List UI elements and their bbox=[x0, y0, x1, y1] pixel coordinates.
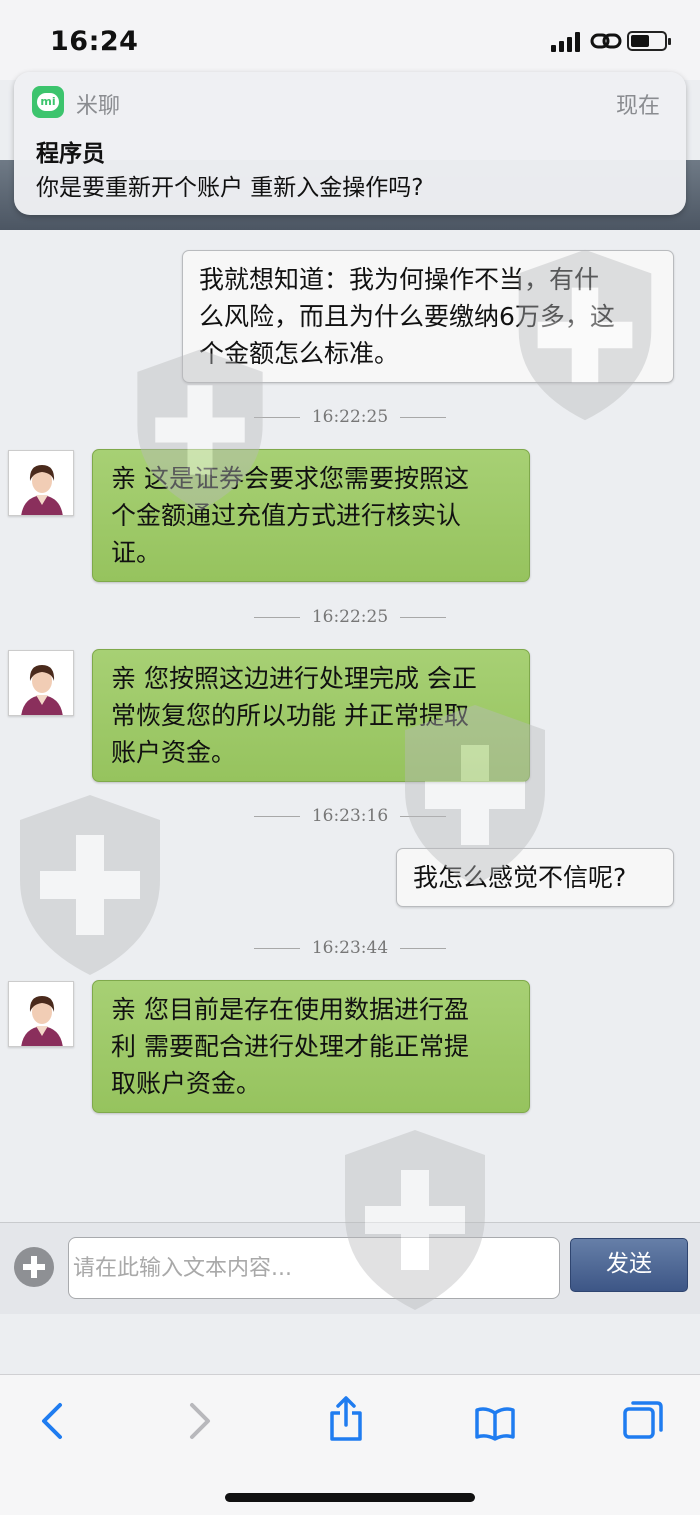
notification-app-name: 米聊 bbox=[76, 94, 121, 119]
message-incoming[interactable]: 亲 您目前是存在使用数据进行盈 利 需要配合进行处理才能正常提 取账户资金。 bbox=[92, 980, 530, 1113]
message-incoming[interactable]: 亲 这是证券会要求您需要按照这 个金额通过充值方式进行核实认 证。 bbox=[92, 449, 530, 582]
avatar[interactable] bbox=[8, 650, 74, 716]
message-line: 取账户资金。 bbox=[111, 1069, 262, 1098]
avatar[interactable] bbox=[8, 981, 74, 1047]
battery-icon bbox=[627, 31, 671, 51]
message-line: 个金额怎么标准。 bbox=[199, 339, 400, 368]
message-outgoing[interactable]: 我怎么感觉不信呢? bbox=[396, 848, 674, 907]
app-icon: mi bbox=[32, 86, 64, 118]
forward-icon[interactable] bbox=[186, 1401, 214, 1441]
message-timestamp: 16:22:25 bbox=[0, 407, 700, 427]
message-line: 我就想知道：我为何操作不当，有什 bbox=[199, 265, 600, 294]
notification-banner[interactable]: mi 米聊 现在 程序员 你是要重新开个账户 重新入金操作吗? bbox=[14, 72, 686, 215]
add-attachment-icon[interactable] bbox=[14, 1247, 54, 1287]
message-line: 个金额通过充值方式进行核实认 bbox=[111, 501, 462, 530]
bookmarks-icon[interactable] bbox=[474, 1405, 516, 1441]
signal-icon bbox=[551, 32, 583, 52]
message-line: 证。 bbox=[111, 538, 162, 567]
composer-bar: 发送 bbox=[0, 1222, 700, 1314]
message-line: 利 需要配合进行处理才能正常提 bbox=[111, 1032, 469, 1061]
message-outgoing[interactable]: 我就想知道：我为何操作不当，有什 么风险，而且为什么要缴纳6万多，这 个金额怎么… bbox=[182, 250, 674, 383]
avatar[interactable] bbox=[8, 450, 74, 516]
message-line: 账户资金。 bbox=[111, 738, 237, 767]
message-input[interactable] bbox=[68, 1237, 560, 1299]
notification-time: 现在 bbox=[615, 94, 660, 119]
link-icon bbox=[590, 33, 622, 49]
message-line: 亲 您按照这边进行处理完成 会正 bbox=[111, 664, 477, 693]
status-bar: 16:24 bbox=[0, 0, 700, 80]
message-line: 亲 您目前是存在使用数据进行盈 bbox=[111, 995, 469, 1024]
message-timestamp: 16:23:44 bbox=[0, 938, 700, 958]
message-line: 亲 这是证券会要求您需要按照这 bbox=[111, 464, 469, 493]
chat-area[interactable]: 我就想知道：我为何操作不当，有什 么风险，而且为什么要缴纳6万多，这 个金额怎么… bbox=[0, 230, 700, 1222]
message-incoming[interactable]: 亲 您按照这边进行处理完成 会正 常恢复您的所以功能 并正常提取 账户资金。 bbox=[92, 649, 530, 782]
message-line: 常恢复您的所以功能 并正常提取 bbox=[111, 701, 469, 730]
message-line: 么风险，而且为什么要缴纳6万多，这 bbox=[199, 302, 615, 331]
message-timestamp: 16:22:25 bbox=[0, 607, 700, 627]
message-line: 我怎么感觉不信呢? bbox=[413, 863, 627, 892]
notification-title: 程序员 bbox=[36, 141, 105, 167]
notification-body: 你是要重新开个账户 重新入金操作吗? bbox=[36, 175, 424, 201]
share-icon[interactable] bbox=[328, 1395, 364, 1443]
status-time: 16:24 bbox=[50, 26, 139, 57]
composer-spacer bbox=[0, 1314, 700, 1374]
send-button[interactable]: 发送 bbox=[570, 1238, 688, 1292]
back-icon[interactable] bbox=[38, 1401, 66, 1441]
message-timestamp: 16:23:16 bbox=[0, 806, 700, 826]
home-indicator[interactable] bbox=[225, 1493, 475, 1502]
tabs-icon[interactable] bbox=[622, 1399, 664, 1441]
